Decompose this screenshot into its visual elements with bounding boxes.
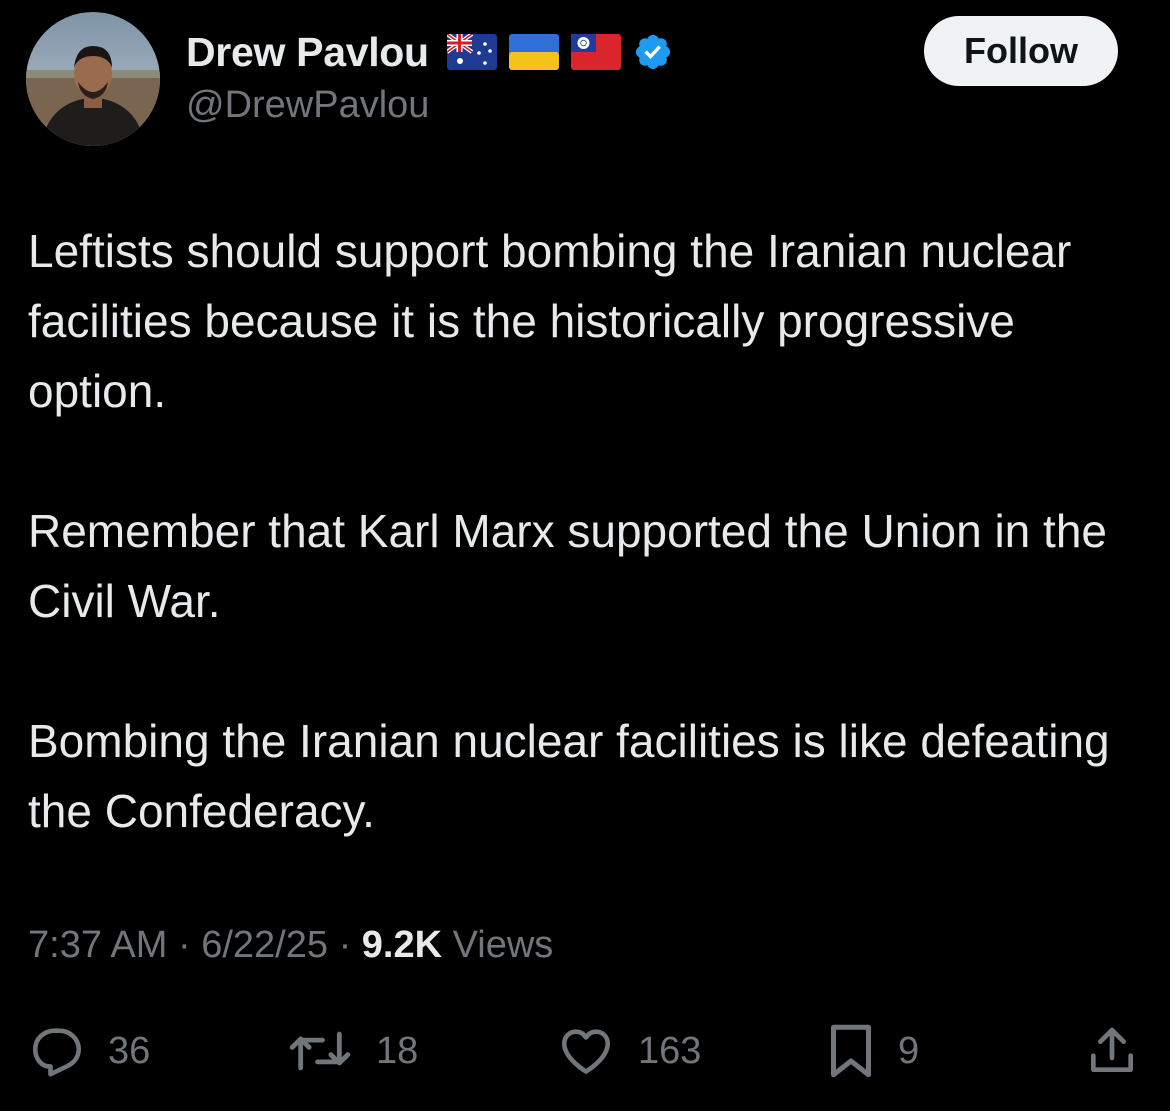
reply-count: 36 [108,1029,151,1072]
meta-separator: · [177,924,191,966]
meta-separator: · [338,924,352,966]
author-display-name[interactable]: Drew Pavlou [186,29,429,76]
views-count: 9.2K [361,924,443,966]
avatar[interactable] [26,12,160,146]
bookmark-count: 9 [898,1029,920,1072]
bookmark-button[interactable]: 9 [826,1016,919,1086]
tweet-paragraph: Bombing the Iranian nuclear facilities i… [28,715,1110,837]
tweet-paragraph: Leftists should support bombing the Iran… [28,225,1072,417]
tweet-paragraph: Remember that Karl Marx supported the Un… [28,505,1107,627]
ukraine-flag-icon [508,34,559,70]
bookmark-icon [831,1024,871,1078]
tweet-text: Leftists should support bombing the Iran… [28,216,1148,846]
share-icon [1091,1027,1133,1072]
heart-icon [561,1029,611,1074]
like-button[interactable]: 163 [556,1016,701,1086]
share-button[interactable] [1084,1016,1140,1086]
verified-badge-icon [635,34,670,70]
tweet-date[interactable]: 6/22/25 [201,924,328,966]
reply-icon [32,1028,82,1077]
tweet-meta: 7:37 AM · 6/22/25 · 9.2K Views [28,924,553,967]
follow-button[interactable]: Follow [924,16,1118,86]
author-name-row: Drew Pavlou [186,28,673,76]
taiwan-flag-icon [570,34,621,70]
like-count: 163 [638,1029,702,1072]
views-label: Views [452,924,554,966]
repost-button[interactable]: 18 [286,1016,418,1086]
repost-icon [289,1031,351,1071]
australia-flag-icon [446,34,497,70]
author-handle[interactable]: @DrewPavlou [186,84,429,127]
reply-button[interactable]: 36 [28,1016,150,1086]
tweet-time[interactable]: 7:37 AM [28,924,167,966]
repost-count: 18 [376,1029,419,1072]
action-bar: 36 18 163 9 [0,1016,1170,1086]
